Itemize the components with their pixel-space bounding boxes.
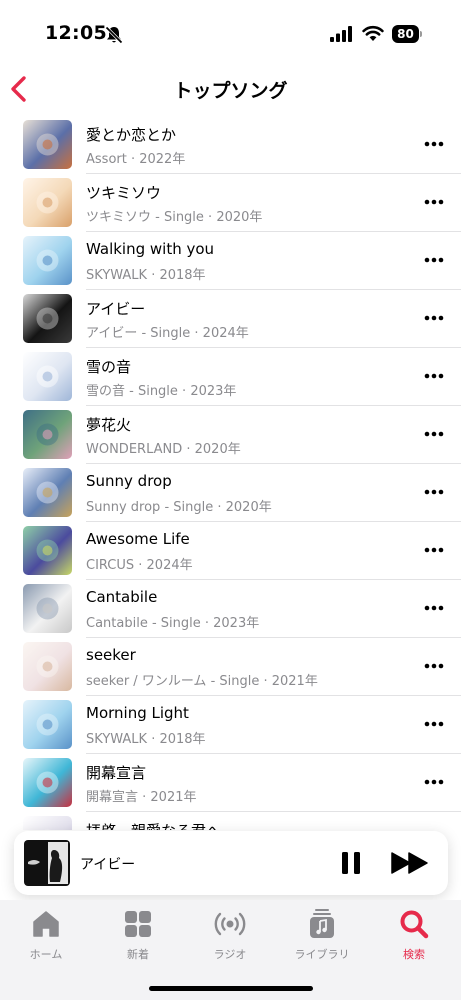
song-subtitle: Cantabile - Single · 2023年 <box>86 616 260 631</box>
pause-button[interactable] <box>338 850 364 876</box>
status-bar: 12:05 80 <box>0 0 461 62</box>
song-title: Walking with you <box>86 240 215 258</box>
song-subtitle: アイビー - Single · 2024年 <box>86 326 249 341</box>
home-icon <box>33 911 59 937</box>
song-artwork <box>23 816 72 830</box>
more-options-button[interactable] <box>424 546 444 554</box>
radio-icon <box>214 912 246 936</box>
song-row[interactable]: seeker seeker / ワンルーム - Single · 2021年 <box>0 638 461 696</box>
signal-icon <box>330 26 352 42</box>
song-title: Awesome Life <box>86 530 190 548</box>
song-title: 夢花火 <box>86 416 132 434</box>
song-title: アイビー <box>86 300 146 318</box>
more-options-button[interactable] <box>424 720 444 728</box>
song-subtitle: WONDERLAND · 2020年 <box>86 442 241 457</box>
song-row[interactable]: Cantabile Cantabile - Single · 2023年 <box>0 580 461 638</box>
song-subtitle: Sunny drop - Single · 2020年 <box>86 500 272 515</box>
more-options-button[interactable] <box>424 140 444 148</box>
song-artwork <box>23 642 72 691</box>
song-artwork <box>23 584 72 633</box>
wifi-icon <box>362 25 384 41</box>
song-title: 雪の音 <box>86 358 132 376</box>
song-row[interactable]: ツキミソウツキミソウ - Single · 2020年 <box>0 174 461 232</box>
song-subtitle: SKYWALK · 2018年 <box>86 732 206 747</box>
more-options-button[interactable] <box>424 430 444 438</box>
song-title: 拝啓、親愛なる君へ <box>86 820 221 830</box>
tab-bar: ホーム 新着 ラジオ ライブラリ 検索 <box>0 900 461 1000</box>
song-title: Sunny drop <box>86 472 172 490</box>
more-options-button[interactable] <box>424 314 444 322</box>
more-options-button[interactable] <box>424 372 444 380</box>
nav-bar: トップソング <box>0 62 461 114</box>
song-artwork <box>23 236 72 285</box>
page-title: トップソング <box>173 80 288 102</box>
song-subtitle: CIRCUS · 2024年 <box>86 558 193 573</box>
more-options-button[interactable] <box>424 488 444 496</box>
forward-button[interactable] <box>391 851 429 875</box>
more-options-button[interactable] <box>424 256 444 264</box>
song-subtitle: Assort · 2022年 <box>86 152 186 167</box>
tab-search[interactable]: 検索 <box>368 908 460 964</box>
mini-player[interactable]: アイビー <box>14 831 448 895</box>
song-artwork <box>23 352 72 401</box>
status-time: 12:05 <box>45 22 107 44</box>
song-title: seeker <box>86 646 136 664</box>
more-options-button[interactable] <box>424 604 444 612</box>
song-title: 開幕宣言 <box>86 764 147 782</box>
song-subtitle: ツキミソウ - Single · 2020年 <box>86 210 263 225</box>
more-options-button[interactable] <box>424 778 444 786</box>
song-title: Morning Light <box>86 704 189 722</box>
song-artwork <box>23 700 72 749</box>
song-title: 愛とか恋とか <box>86 126 177 144</box>
grid-icon <box>125 911 151 937</box>
song-row[interactable]: Sunny drop Sunny drop - Single · 2020年 <box>0 464 461 522</box>
battery-level: 80 <box>392 25 419 43</box>
song-row[interactable]: Awesome Life CIRCUS · 2024年 <box>0 522 461 580</box>
song-artwork <box>23 758 72 807</box>
song-row[interactable]: 愛とか恋とか Assort · 2022年 <box>0 116 461 174</box>
song-artwork <box>23 526 72 575</box>
song-row[interactable]: アイビーアイビー - Single · 2024年 <box>0 290 461 348</box>
tab-new-label: 新着 <box>127 948 149 961</box>
tab-library-label: ライブラリ <box>294 948 350 961</box>
song-subtitle: SKYWALK · 2018年 <box>86 268 206 283</box>
song-row[interactable]: 拝啓、親愛なる君へ <box>0 812 461 830</box>
tab-library[interactable]: ライブラリ <box>276 908 368 964</box>
search-icon <box>400 910 429 939</box>
song-subtitle: 開幕宣言 · 2021年 <box>86 790 197 805</box>
tab-home[interactable]: ホーム <box>0 908 92 964</box>
mini-player-artwork[interactable] <box>24 840 70 886</box>
mini-player-title: アイビー <box>80 857 136 873</box>
silent-bell-icon <box>105 26 123 44</box>
song-title: Cantabile <box>86 588 158 606</box>
song-title: ツキミソウ <box>86 184 162 202</box>
song-subtitle: 雪の音 - Single · 2023年 <box>86 384 237 399</box>
song-artwork <box>23 178 72 227</box>
battery-icon: 80 <box>392 25 422 43</box>
tab-radio-label: ラジオ <box>213 948 247 961</box>
song-list[interactable]: 愛とか恋とか Assort · 2022年 ツキミソウツキミソウ - Single … <box>0 116 461 830</box>
library-icon <box>310 909 334 938</box>
more-options-button[interactable] <box>424 198 444 206</box>
song-artwork <box>23 468 72 517</box>
song-subtitle: seeker / ワンルーム - Single · 2021年 <box>86 674 318 689</box>
song-row[interactable]: 雪の音雪の音 - Single · 2023年 <box>0 348 461 406</box>
song-row[interactable]: 夢花火 WONDERLAND · 2020年 <box>0 406 461 464</box>
song-row[interactable]: Morning Light SKYWALK · 2018年 <box>0 696 461 754</box>
tab-home-label: ホーム <box>29 948 63 961</box>
tab-new[interactable]: 新着 <box>92 908 184 964</box>
song-artwork <box>23 294 72 343</box>
song-artwork <box>23 120 72 169</box>
song-row[interactable]: 開幕宣言開幕宣言 · 2021年 <box>0 754 461 812</box>
tab-search-label: 検索 <box>403 948 425 961</box>
home-indicator <box>149 986 313 991</box>
song-row[interactable]: Walking with you SKYWALK · 2018年 <box>0 232 461 290</box>
tab-radio[interactable]: ラジオ <box>184 908 276 964</box>
song-artwork <box>23 410 72 459</box>
more-options-button[interactable] <box>424 662 444 670</box>
